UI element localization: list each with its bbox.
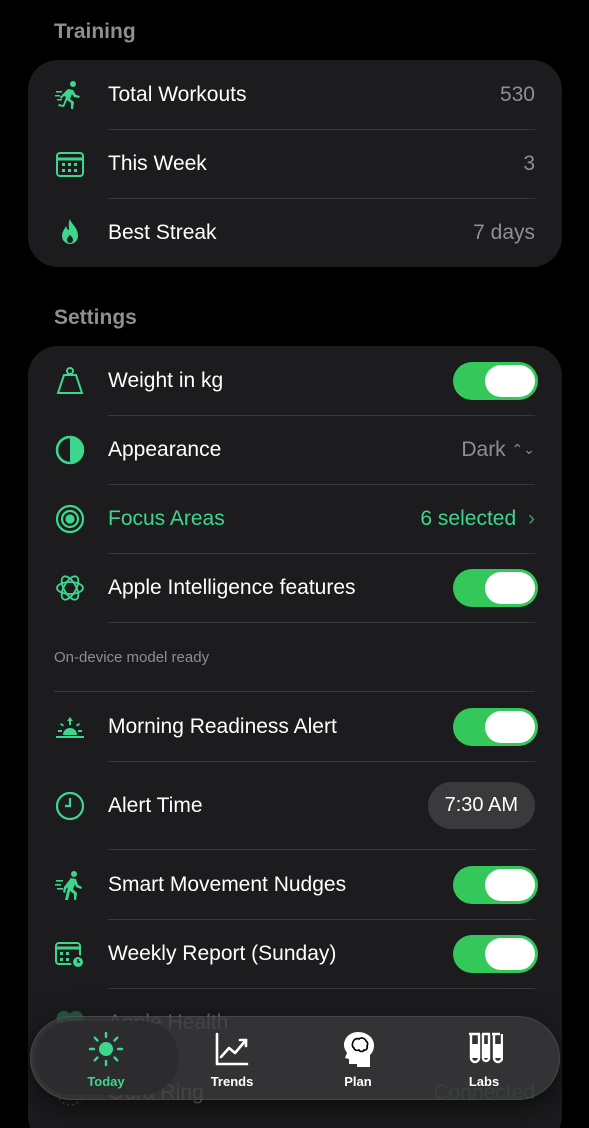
walking-icon	[54, 869, 86, 901]
clock-icon	[54, 790, 86, 822]
appearance-value-text: Dark	[461, 438, 506, 461]
total-workouts-value: 530	[499, 83, 535, 106]
tab-trends-label: Trends	[210, 1073, 254, 1089]
best-streak-value: 7 days	[473, 221, 535, 244]
ai-flower-icon	[54, 572, 86, 604]
chevron-right-icon: ›	[528, 507, 535, 530]
this-week-label: This Week	[108, 152, 207, 175]
model-status-note: On-device model ready	[54, 649, 210, 666]
this-week-value: 3	[523, 152, 535, 175]
calendar-icon	[54, 148, 86, 180]
best-streak-label: Best Streak	[108, 221, 217, 244]
intelligence-row: Apple Intelligence features	[28, 553, 562, 623]
best-streak-row: Best Streak 7 days	[28, 198, 562, 267]
brain-head-icon	[344, 1031, 374, 1067]
tab-labs[interactable]: Labs	[429, 1017, 539, 1101]
this-week-row: This Week 3	[28, 129, 562, 199]
calendar-clock-icon	[54, 938, 86, 970]
settings-card: Weight in kg Appearance Dark ⌃⌄ Focus Ar…	[28, 346, 562, 1128]
tab-plan[interactable]: Plan	[303, 1017, 413, 1101]
flame-icon	[54, 217, 86, 249]
chevron-up-down-icon: ⌃⌄	[511, 441, 535, 457]
total-workouts-row: Total Workouts 530	[28, 60, 562, 130]
settings-section-title: Settings	[54, 306, 137, 329]
training-section-title: Training	[54, 20, 136, 43]
morning-alert-row: Morning Readiness Alert	[28, 692, 562, 762]
sunrise-icon	[54, 711, 86, 743]
focus-areas-value: 6 selected ›	[420, 507, 535, 531]
weight-row: Weight in kg	[28, 346, 562, 416]
weekly-report-row: Weekly Report (Sunday)	[28, 919, 562, 989]
tab-labs-label: Labs	[468, 1073, 500, 1089]
weekly-report-label: Weekly Report (Sunday)	[108, 942, 337, 965]
chart-icon	[215, 1032, 249, 1065]
focus-areas-value-text: 6 selected	[420, 507, 517, 530]
appearance-label: Appearance	[108, 438, 222, 461]
divider	[108, 622, 535, 623]
half-circle-icon	[54, 434, 86, 466]
tab-trends[interactable]: Trends	[177, 1017, 287, 1101]
tab-plan-label: Plan	[344, 1073, 372, 1089]
morning-alert-toggle[interactable]	[453, 708, 538, 746]
nudges-row: Smart Movement Nudges	[28, 850, 562, 920]
intelligence-label: Apple Intelligence features	[108, 576, 356, 599]
test-tubes-icon	[469, 1032, 503, 1063]
intelligence-toggle[interactable]	[453, 569, 538, 607]
training-card: Total Workouts 530 This Week 3 Best Stre…	[28, 60, 562, 267]
alert-time-label: Alert Time	[108, 793, 203, 817]
weekly-report-toggle[interactable]	[453, 935, 538, 973]
running-icon	[54, 79, 86, 111]
alert-time-picker[interactable]: 7:30 AM	[427, 782, 535, 829]
tab-today[interactable]: Today	[51, 1017, 161, 1101]
weight-toggle[interactable]	[453, 362, 538, 400]
scale-icon	[54, 365, 86, 397]
appearance-value[interactable]: Dark ⌃⌄	[461, 438, 535, 462]
weight-label: Weight in kg	[108, 369, 224, 392]
nudges-toggle[interactable]	[453, 866, 538, 904]
focus-areas-row[interactable]: Focus Areas 6 selected ›	[28, 484, 562, 554]
morning-alert-label: Morning Readiness Alert	[108, 715, 337, 738]
target-icon	[54, 503, 86, 535]
sun-icon	[88, 1031, 124, 1066]
nudges-label: Smart Movement Nudges	[108, 873, 347, 896]
alert-time-row: Alert Time 7:30 AM	[28, 761, 562, 850]
tab-today-label: Today	[87, 1073, 125, 1089]
appearance-row[interactable]: Appearance Dark ⌃⌄	[28, 415, 562, 485]
focus-areas-label: Focus Areas	[108, 507, 225, 530]
total-workouts-label: Total Workouts	[108, 83, 247, 106]
tab-bar: Today Trends Plan Labs	[30, 1016, 560, 1100]
